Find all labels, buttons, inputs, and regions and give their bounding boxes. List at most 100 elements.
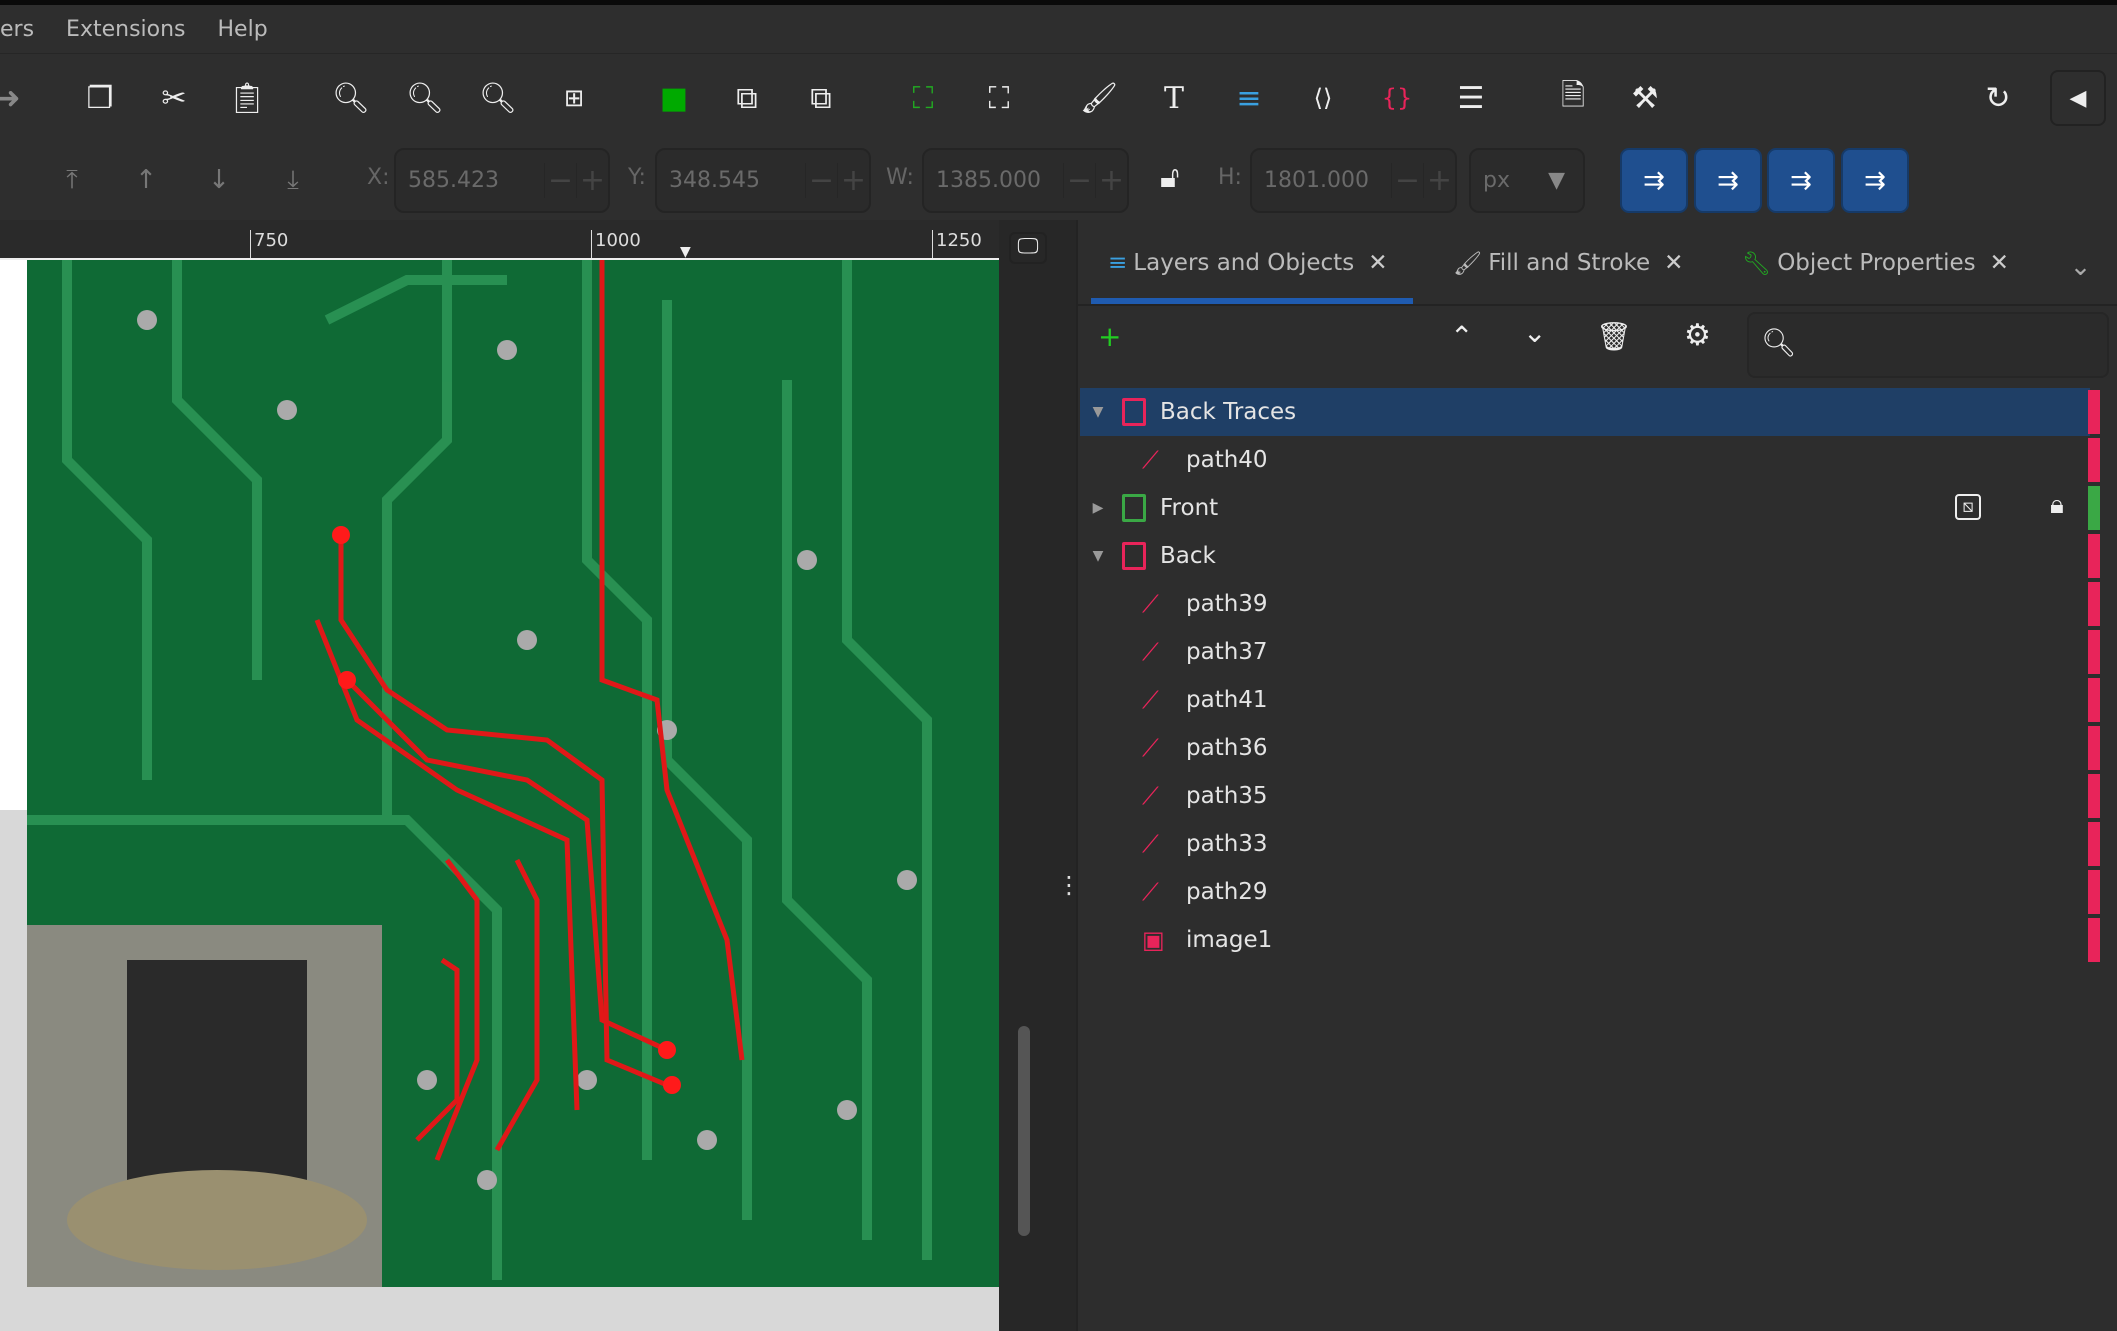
- h-label: H:: [1218, 165, 1242, 190]
- object-row[interactable]: ⟋ path36: [1080, 724, 2090, 772]
- lower-icon[interactable]: ↓: [199, 160, 239, 200]
- row-label: path35: [1186, 783, 1268, 809]
- zoom-page-icon[interactable]: 🔍︎: [476, 76, 520, 120]
- tab-object-properties[interactable]: 🔧︎ Object Properties ✕: [1742, 230, 2009, 296]
- redo-icon[interactable]: ➜: [0, 76, 30, 120]
- text-icon[interactable]: T: [1152, 76, 1196, 120]
- canvas-side-strip: 🖵︎ ⋮: [999, 220, 1081, 1331]
- display-mode-icon[interactable]: 🖵︎: [1009, 232, 1047, 264]
- horizontal-ruler: 750 1000 1250 ▼: [0, 220, 999, 260]
- move-gradients-button[interactable]: ⇉: [1767, 148, 1835, 213]
- row-label: path37: [1186, 639, 1268, 665]
- object-row[interactable]: ⟋ path35: [1080, 772, 2090, 820]
- move-patterns-button[interactable]: ⇉: [1841, 148, 1909, 213]
- object-row[interactable]: ⟋ path29: [1080, 868, 2090, 916]
- layer-color-tag: [2088, 582, 2100, 626]
- layer-color-tag: [2088, 918, 2100, 962]
- layer-color-tag: [2088, 438, 2100, 482]
- select-all-icon[interactable]: ⛶: [977, 76, 1021, 120]
- move-down-icon[interactable]: ⌄: [1523, 316, 1546, 349]
- layer-icon: [1122, 494, 1146, 522]
- search-input[interactable]: 🔍︎: [1747, 312, 2109, 378]
- row-label: path40: [1186, 447, 1268, 473]
- h-field[interactable]: 1801.000− +: [1250, 148, 1457, 213]
- unit-select[interactable]: px ▼: [1469, 148, 1585, 213]
- row-label: path29: [1186, 879, 1268, 905]
- tabs-menu-chevron-icon[interactable]: ⌄: [2053, 240, 2108, 295]
- object-row[interactable]: ⟋ path40: [1080, 436, 2090, 484]
- lower-to-bottom-icon[interactable]: ⤓: [273, 160, 313, 200]
- w-field[interactable]: 1385.000− +: [922, 148, 1129, 213]
- scale-stroke-button[interactable]: ⇉: [1620, 148, 1688, 213]
- paste-icon[interactable]: 📋︎: [225, 76, 269, 120]
- raise-to-top-icon[interactable]: ⤒: [52, 160, 92, 200]
- unlock-group-icon[interactable]: ⧉: [799, 76, 843, 120]
- menu-layers[interactable]: ers: [0, 17, 34, 42]
- tab-fill-and-stroke[interactable]: 🖌︎ Fill and Stroke ✕: [1453, 230, 1683, 296]
- delete-icon[interactable]: 🗑︎: [1596, 320, 1632, 353]
- close-icon[interactable]: ✕: [1664, 250, 1683, 276]
- object-row[interactable]: ⟋ path39: [1080, 580, 2090, 628]
- layer-color-tag: [2088, 534, 2100, 578]
- lock-group-icon[interactable]: ⧉: [725, 76, 769, 120]
- zoom-drawing-icon[interactable]: 🔍︎: [403, 76, 447, 120]
- raise-icon[interactable]: ↑: [126, 160, 166, 200]
- object-row[interactable]: ⟋ path33: [1080, 820, 2090, 868]
- layer-icon: [1122, 542, 1146, 570]
- x-field[interactable]: 585.423− +: [394, 148, 610, 213]
- fill-stroke-icon[interactable]: 🖌︎: [1077, 76, 1121, 120]
- tab-layers-and-objects[interactable]: ≡ Layers and Objects ✕: [1108, 230, 1387, 296]
- collapse-icon[interactable]: ◀: [2050, 70, 2106, 126]
- css-selectors-icon[interactable]: {}: [1375, 76, 1419, 120]
- drawing-canvas[interactable]: [0, 260, 999, 1331]
- menu-extensions[interactable]: Extensions: [66, 17, 185, 42]
- settings-gear-icon[interactable]: ⚙: [1684, 318, 1711, 353]
- xml-editor-icon[interactable]: ⟨⟩: [1301, 76, 1345, 120]
- align-icon[interactable]: ☰: [1449, 76, 1493, 120]
- expand-arrow-down-icon[interactable]: ▼: [1082, 548, 1114, 564]
- layer-color-tag: [2088, 726, 2100, 770]
- vertical-scrollbar[interactable]: [1018, 1026, 1030, 1236]
- row-label: path41: [1186, 687, 1268, 713]
- scale-corners-button[interactable]: ⇉: [1694, 148, 1762, 213]
- move-up-icon[interactable]: ⌃: [1450, 320, 1473, 353]
- layer-row[interactable]: ▼ Back: [1080, 532, 2090, 580]
- layer-row[interactable]: ▶ Front: [1080, 484, 2090, 532]
- pcb-image[interactable]: [27, 260, 999, 1287]
- layer-color-tag: [2088, 870, 2100, 914]
- path-icon: ⟋: [1142, 446, 1159, 474]
- lock-ratio-icon[interactable]: 🔓︎: [1160, 160, 1179, 195]
- expand-arrow-right-icon[interactable]: ▶: [1082, 500, 1114, 516]
- x-label: X:: [367, 165, 390, 190]
- zoom-selection-icon[interactable]: 🔍︎: [329, 76, 373, 120]
- select-same-icon[interactable]: ⛶: [901, 76, 945, 120]
- cut-icon[interactable]: ✂: [152, 76, 196, 120]
- object-row[interactable]: ⟋ path37: [1080, 628, 2090, 676]
- row-label: path33: [1186, 831, 1268, 857]
- duplicate-icon[interactable]: ❐: [78, 76, 122, 120]
- layer-color-tag: [2088, 486, 2100, 530]
- add-layer-icon[interactable]: +: [1098, 320, 1121, 353]
- preferences-icon[interactable]: ⚒: [1623, 76, 1667, 120]
- row-label: Back: [1160, 543, 1216, 569]
- w-label: W:: [886, 165, 914, 190]
- snap-icon[interactable]: ↻: [1976, 76, 2020, 120]
- menu-help[interactable]: Help: [218, 17, 268, 42]
- expand-arrow-down-icon[interactable]: ▼: [1082, 404, 1114, 420]
- wrench-icon: 🔧︎: [1742, 250, 1772, 277]
- lock-icon[interactable]: 🔒︎: [2050, 490, 2064, 521]
- zoom-center-icon[interactable]: ⊞: [552, 76, 596, 120]
- hidden-icon[interactable]: ⧅: [1955, 494, 1981, 520]
- layer-row[interactable]: ▼ Back Traces: [1080, 388, 2090, 436]
- layers-icon[interactable]: ≡: [1227, 76, 1271, 120]
- layer-color-tag: [2088, 678, 2100, 722]
- group-icon[interactable]: ■: [652, 76, 696, 120]
- path-icon: ⟋: [1142, 734, 1159, 762]
- y-field[interactable]: 348.545− +: [655, 148, 871, 213]
- object-row[interactable]: ⟋ path41: [1080, 676, 2090, 724]
- object-row[interactable]: ▣ image1: [1080, 916, 2090, 964]
- document-properties-icon[interactable]: 🗎︎: [1551, 76, 1595, 120]
- close-icon[interactable]: ✕: [1368, 250, 1387, 276]
- close-icon[interactable]: ✕: [1990, 250, 2009, 276]
- path-icon: ⟋: [1142, 686, 1159, 714]
